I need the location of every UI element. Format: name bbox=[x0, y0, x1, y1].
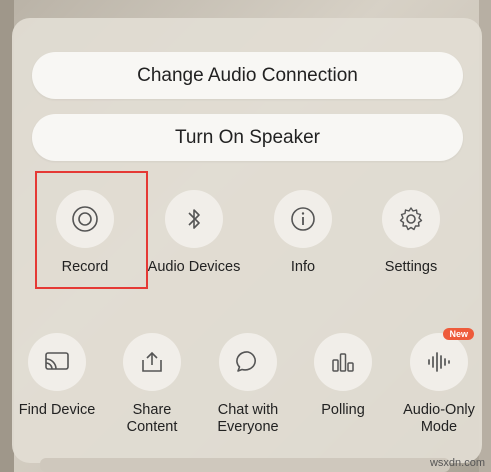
change-audio-connection-button[interactable]: Change Audio Connection bbox=[32, 52, 463, 99]
polling-label: Polling bbox=[321, 402, 365, 418]
settings-label: Settings bbox=[384, 259, 438, 275]
info-button[interactable]: Info bbox=[248, 190, 358, 276]
audio-devices-label: Audio Devices bbox=[147, 259, 241, 275]
audio-wave-icon: New bbox=[410, 328, 474, 391]
record-highlight-box bbox=[35, 171, 148, 289]
info-icon bbox=[274, 190, 332, 248]
settings-button[interactable]: Settings bbox=[356, 190, 466, 276]
find-device-button[interactable]: Find Device bbox=[2, 333, 112, 419]
gear-icon bbox=[382, 190, 440, 248]
chat-bubble-icon bbox=[219, 333, 277, 391]
turn-on-speaker-button[interactable]: Turn On Speaker bbox=[32, 114, 463, 161]
polling-icon bbox=[314, 333, 372, 391]
share-icon bbox=[123, 333, 181, 391]
find-device-label: Find Device bbox=[18, 402, 96, 418]
new-badge: New bbox=[443, 328, 474, 340]
share-content-label: Share Content bbox=[126, 402, 178, 435]
info-label: Info bbox=[290, 259, 316, 275]
bottom-toolbar-edge bbox=[40, 458, 450, 472]
watermark: wsxdn.com bbox=[429, 457, 485, 469]
bluetooth-icon bbox=[165, 190, 223, 248]
chat-label: Chat with Everyone bbox=[217, 402, 279, 435]
cast-icon bbox=[28, 333, 86, 391]
chat-button[interactable]: Chat with Everyone bbox=[193, 333, 303, 436]
audio-only-mode-label: Audio-Only Mode bbox=[403, 402, 475, 435]
polling-button[interactable]: Polling bbox=[288, 333, 398, 419]
share-content-button[interactable]: Share Content bbox=[97, 333, 207, 436]
audio-devices-button[interactable]: Audio Devices bbox=[139, 190, 249, 276]
audio-only-mode-button[interactable]: New Audio-Only Mode bbox=[384, 328, 491, 436]
